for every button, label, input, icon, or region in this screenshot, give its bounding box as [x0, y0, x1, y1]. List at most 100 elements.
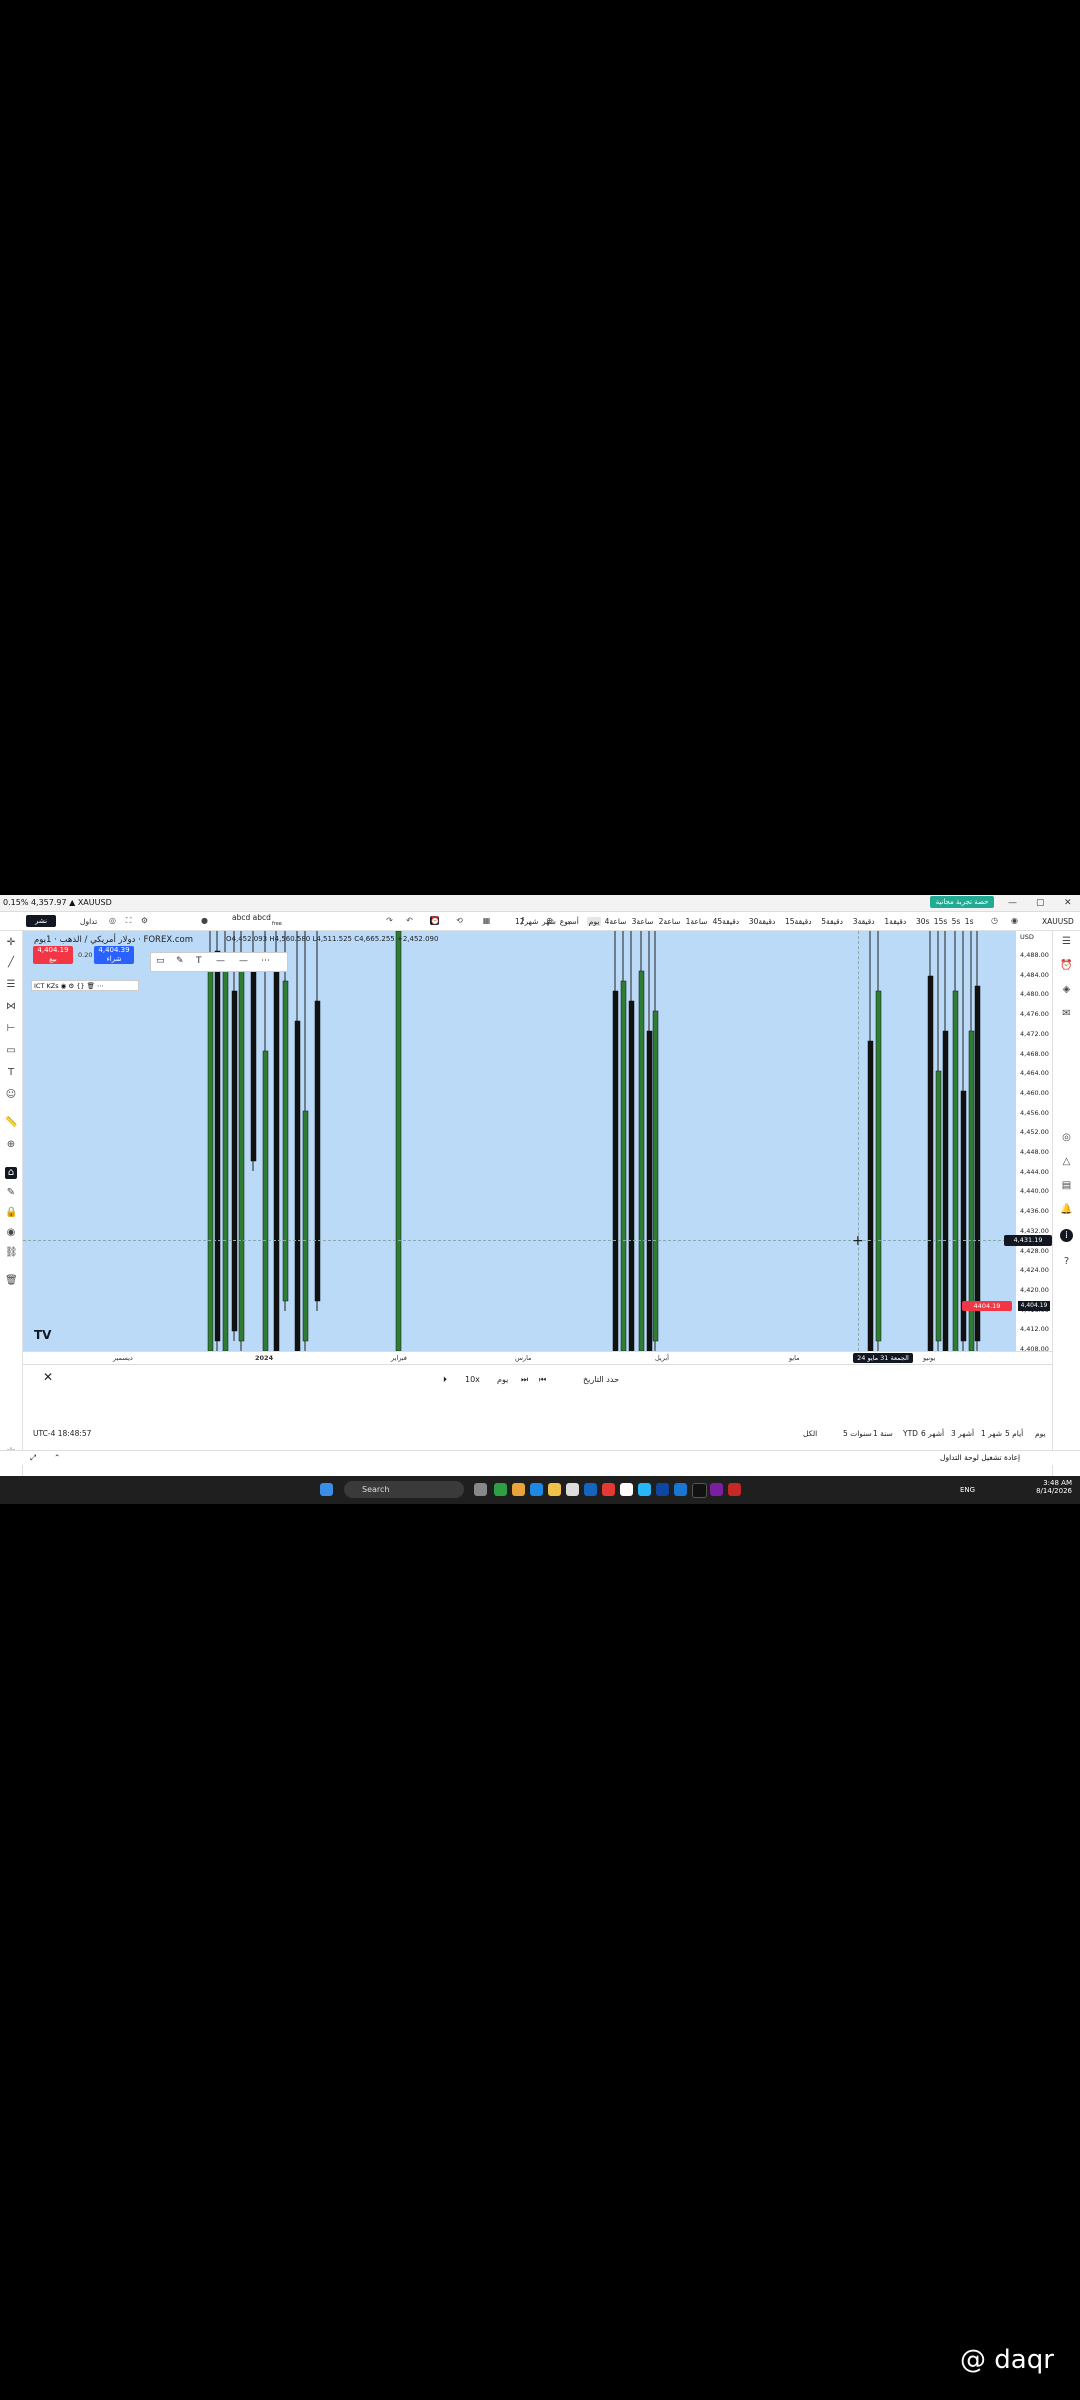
- minimize-icon[interactable]: —: [1008, 898, 1017, 908]
- time-axis[interactable]: ديسمبر 2024 فبراير مارس أبريل مايو الجمع…: [23, 1351, 1052, 1364]
- tiktok-icon[interactable]: [692, 1483, 707, 1498]
- shapes-icon[interactable]: ▭: [5, 1045, 17, 1057]
- timezone-clock[interactable]: UTC-4 18:48:57: [33, 1429, 91, 1438]
- zoom-icon[interactable]: ⊕: [5, 1139, 17, 1151]
- fib-icon[interactable]: ☰: [5, 979, 17, 991]
- timeframe-option[interactable]: شهر: [542, 917, 556, 926]
- explorer-icon[interactable]: [548, 1483, 561, 1496]
- timeframe-option[interactable]: 5دقيقة: [821, 917, 843, 926]
- telegram-icon[interactable]: [638, 1483, 651, 1496]
- upgrade-button[interactable]: حصة تجربة مجانية: [930, 896, 994, 908]
- close-window-icon[interactable]: ✕: [1064, 898, 1072, 908]
- task-view-icon[interactable]: [474, 1483, 487, 1496]
- avatar[interactable]: ●: [200, 916, 209, 925]
- pattern-icon[interactable]: ⋈: [5, 1001, 17, 1013]
- range-5d[interactable]: 5 أيام: [1005, 1429, 1023, 1438]
- range-3m[interactable]: 3 أشهر: [951, 1429, 974, 1438]
- timeframe-option[interactable]: 5s: [952, 917, 961, 926]
- user-name[interactable]: abcd abcd: [232, 913, 271, 922]
- edge-icon[interactable]: [530, 1483, 543, 1496]
- link-icon[interactable]: ⛓: [5, 1247, 18, 1259]
- trade-button[interactable]: تداول: [80, 917, 97, 926]
- range-5y[interactable]: 5 سنوات: [843, 1429, 872, 1438]
- timeframe-option[interactable]: أسبوع: [560, 917, 579, 926]
- ruler-icon[interactable]: 📏: [5, 1117, 17, 1129]
- publish-button[interactable]: نشر: [26, 915, 56, 927]
- sell-button[interactable]: 4,404.19 بيع: [33, 946, 73, 964]
- alerts-panel-icon[interactable]: ⏰: [1060, 959, 1073, 972]
- language-indicator[interactable]: ENG: [960, 1486, 975, 1494]
- more-icon[interactable]: ⋯: [261, 956, 270, 966]
- visibility-icon[interactable]: ◉: [5, 1227, 17, 1239]
- windows-start-icon[interactable]: [320, 1483, 333, 1496]
- taskbar-search[interactable]: Search: [344, 1481, 464, 1498]
- fullscreen-icon[interactable]: ⛶: [124, 916, 133, 925]
- crosshair-icon[interactable]: ✛: [5, 937, 17, 949]
- app3-icon[interactable]: [674, 1483, 687, 1496]
- line-style-icon[interactable]: —: [216, 956, 225, 966]
- symbol-title[interactable]: دولار أمريكي / الذهب · 1يوم · FOREX.com: [34, 935, 193, 945]
- layers-icon[interactable]: ◈: [1060, 983, 1073, 996]
- ideas-icon[interactable]: △: [1060, 1155, 1073, 1168]
- emoji-icon[interactable]: ☺: [5, 1089, 17, 1101]
- range-1m[interactable]: 1 شهر: [981, 1429, 1002, 1438]
- magnet-icon[interactable]: ⌂: [5, 1167, 17, 1179]
- trading-panel-status[interactable]: إعادة تشغيل لوحة التداول: [940, 1453, 1020, 1462]
- app2-icon[interactable]: [656, 1483, 669, 1496]
- trash-icon[interactable]: 🗑: [5, 1275, 18, 1287]
- currency-label[interactable]: USD: [1020, 933, 1034, 941]
- redo-icon[interactable]: ↷: [385, 916, 394, 925]
- timeframe-option[interactable]: 2ساعة: [659, 917, 681, 926]
- range-1y[interactable]: 1 سنة: [873, 1429, 893, 1438]
- range-all[interactable]: الكل: [803, 1429, 817, 1438]
- range-6m[interactable]: 6 أشهر: [921, 1429, 944, 1438]
- brush-icon[interactable]: ✎: [5, 1187, 17, 1199]
- chevron-up-icon[interactable]: ⌃: [54, 1453, 60, 1462]
- rect-tool-icon[interactable]: ▭: [156, 956, 165, 966]
- settings-icon[interactable]: ⚙: [140, 916, 149, 925]
- price-axis[interactable]: USD 4,488.00 4,484.00 4,480.00 4,476.00 4,47…: [1016, 931, 1052, 1373]
- line-width-icon[interactable]: —: [239, 956, 248, 966]
- step-forward-icon[interactable]: ⏭: [521, 1375, 528, 1385]
- timeframe-option[interactable]: 15دقيقة: [785, 917, 812, 926]
- notifications-icon[interactable]: 🔔: [1060, 1203, 1073, 1216]
- symbol-search[interactable]: XAUUSD: [1042, 917, 1074, 926]
- close-icon[interactable]: ✕: [43, 1370, 53, 1384]
- timeframe-option[interactable]: 30دقيقة: [749, 917, 776, 926]
- media-icon[interactable]: [602, 1483, 615, 1496]
- chrome-icon[interactable]: [512, 1483, 525, 1496]
- camera-icon[interactable]: ◎: [108, 916, 117, 925]
- expand-icon[interactable]: ⤢: [30, 1453, 36, 1463]
- timeframe-option[interactable]: 45دقيقة: [713, 917, 740, 926]
- replay-speed[interactable]: 10x: [465, 1375, 480, 1384]
- timeframe-option[interactable]: يوم: [586, 917, 602, 926]
- watchlist-panel-icon[interactable]: ☰: [1060, 935, 1073, 948]
- store-icon[interactable]: [566, 1483, 579, 1496]
- apps-icon[interactable]: ⁞: [1060, 1229, 1073, 1242]
- timeframe-option[interactable]: 3ساعة: [632, 917, 654, 926]
- prediction-icon[interactable]: ⊢: [5, 1023, 17, 1035]
- app5-icon[interactable]: [728, 1483, 741, 1496]
- mail-icon[interactable]: [584, 1483, 597, 1496]
- watchlist-icon[interactable]: ◷: [990, 916, 999, 925]
- calendar-icon[interactable]: ▤: [1060, 1179, 1073, 1192]
- undo-icon[interactable]: ↶: [405, 916, 414, 925]
- trendline-icon[interactable]: ╱: [5, 957, 17, 969]
- select-date-button[interactable]: حدد التاريخ: [583, 1375, 619, 1384]
- help-icon[interactable]: ?: [1060, 1255, 1073, 1268]
- timeframe-option[interactable]: 1دقيقة: [884, 917, 906, 926]
- range-ytd[interactable]: YTD: [903, 1429, 918, 1438]
- eye-icon[interactable]: ◉: [1010, 916, 1019, 925]
- buy-button[interactable]: 4,404.39 شراء: [94, 946, 134, 964]
- step-back-icon[interactable]: ⏮: [539, 1375, 546, 1385]
- timeframe-option[interactable]: 3دقيقة: [853, 917, 875, 926]
- layout-icon[interactable]: ▦: [482, 916, 491, 925]
- range-1d[interactable]: يوم: [1035, 1429, 1046, 1438]
- clock[interactable]: 3:48 AM 8/14/2026: [1036, 1479, 1072, 1495]
- replay-interval[interactable]: يوم: [497, 1375, 508, 1384]
- play-icon[interactable]: ⏵: [443, 1375, 447, 1385]
- text-tool-icon[interactable]: T: [196, 956, 202, 966]
- alert-icon[interactable]: ⏰: [430, 916, 440, 925]
- timeframe-option[interactable]: 30s: [916, 917, 929, 926]
- brush-tool-icon[interactable]: ✎: [176, 956, 184, 966]
